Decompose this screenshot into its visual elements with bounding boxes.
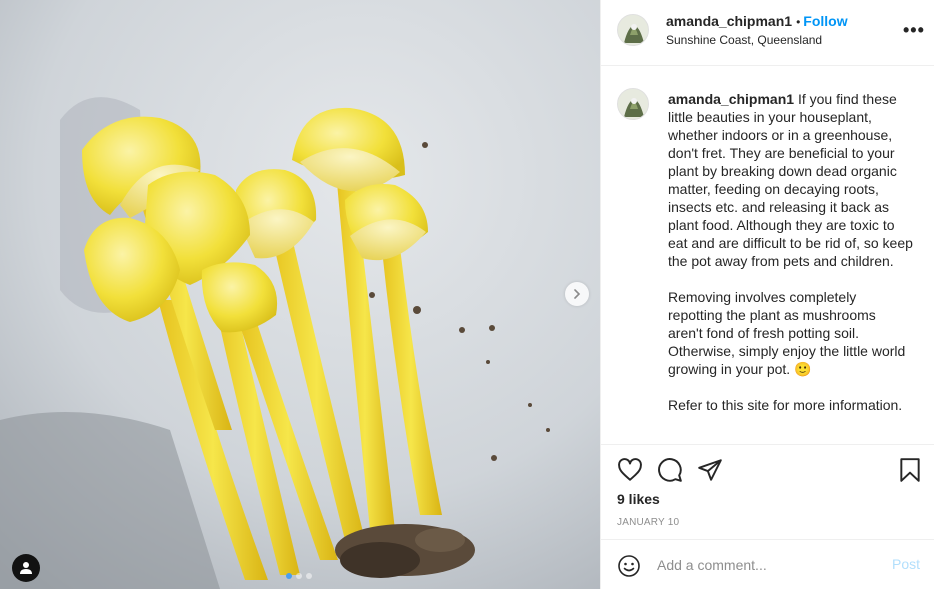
user-tag-icon [20, 562, 32, 574]
post-panel: amanda_chipman1 • Follow Sunshine Coast, Q… [600, 0, 934, 589]
caption-area[interactable]: amanda_chipman1 If you find these little… [601, 66, 934, 444]
comment-bar: Post [601, 539, 934, 589]
user-tag-button[interactable] [12, 554, 40, 582]
caption-paragraph: amanda_chipman1 If you find these little… [668, 90, 913, 270]
author-username[interactable]: amanda_chipman1 [666, 13, 792, 29]
more-options-button[interactable]: ••• [903, 20, 925, 41]
carousel-dot [286, 573, 292, 579]
caption-paragraph: Removing involves completely repotting t… [668, 289, 906, 377]
comment-input[interactable] [657, 554, 877, 576]
caption-avatar[interactable] [617, 88, 649, 120]
bookmark-icon[interactable] [897, 457, 923, 483]
avatar-image [618, 89, 648, 119]
carousel-dot [296, 573, 302, 579]
post-actions: 9 likes JANUARY 10 Post [601, 444, 934, 589]
post-date[interactable]: JANUARY 10 [617, 517, 679, 528]
heart-icon[interactable] [617, 457, 643, 483]
post-location[interactable]: Sunshine Coast, Queensland [666, 33, 822, 47]
carousel-dot [306, 573, 312, 579]
follow-separator: • [796, 15, 801, 29]
caption-author[interactable]: amanda_chipman1 [668, 91, 794, 107]
post-header: amanda_chipman1 • Follow Sunshine Coast, Q… [601, 0, 934, 66]
follow-button[interactable]: Follow [803, 13, 847, 29]
post-photo[interactable] [0, 0, 600, 589]
post-comment-button[interactable]: Post [892, 556, 920, 572]
carousel-indicator [286, 573, 312, 579]
header-user-line: amanda_chipman1 • Follow [666, 13, 848, 29]
caption-text: If you find these little beauties in you… [668, 91, 913, 269]
post-caption: amanda_chipman1 If you find these little… [668, 90, 913, 414]
mushroom-photo [0, 0, 600, 589]
author-avatar[interactable] [617, 14, 649, 46]
chevron-right-icon [574, 289, 581, 299]
likes-count[interactable]: 9 likes [617, 491, 660, 507]
comment-icon[interactable] [657, 457, 683, 483]
avatar-image [618, 15, 648, 45]
emoji-icon[interactable] [617, 554, 641, 578]
carousel-next-button[interactable] [565, 282, 589, 306]
caption-paragraph: Refer to this site for more information. [668, 397, 903, 413]
share-icon[interactable] [697, 457, 723, 483]
